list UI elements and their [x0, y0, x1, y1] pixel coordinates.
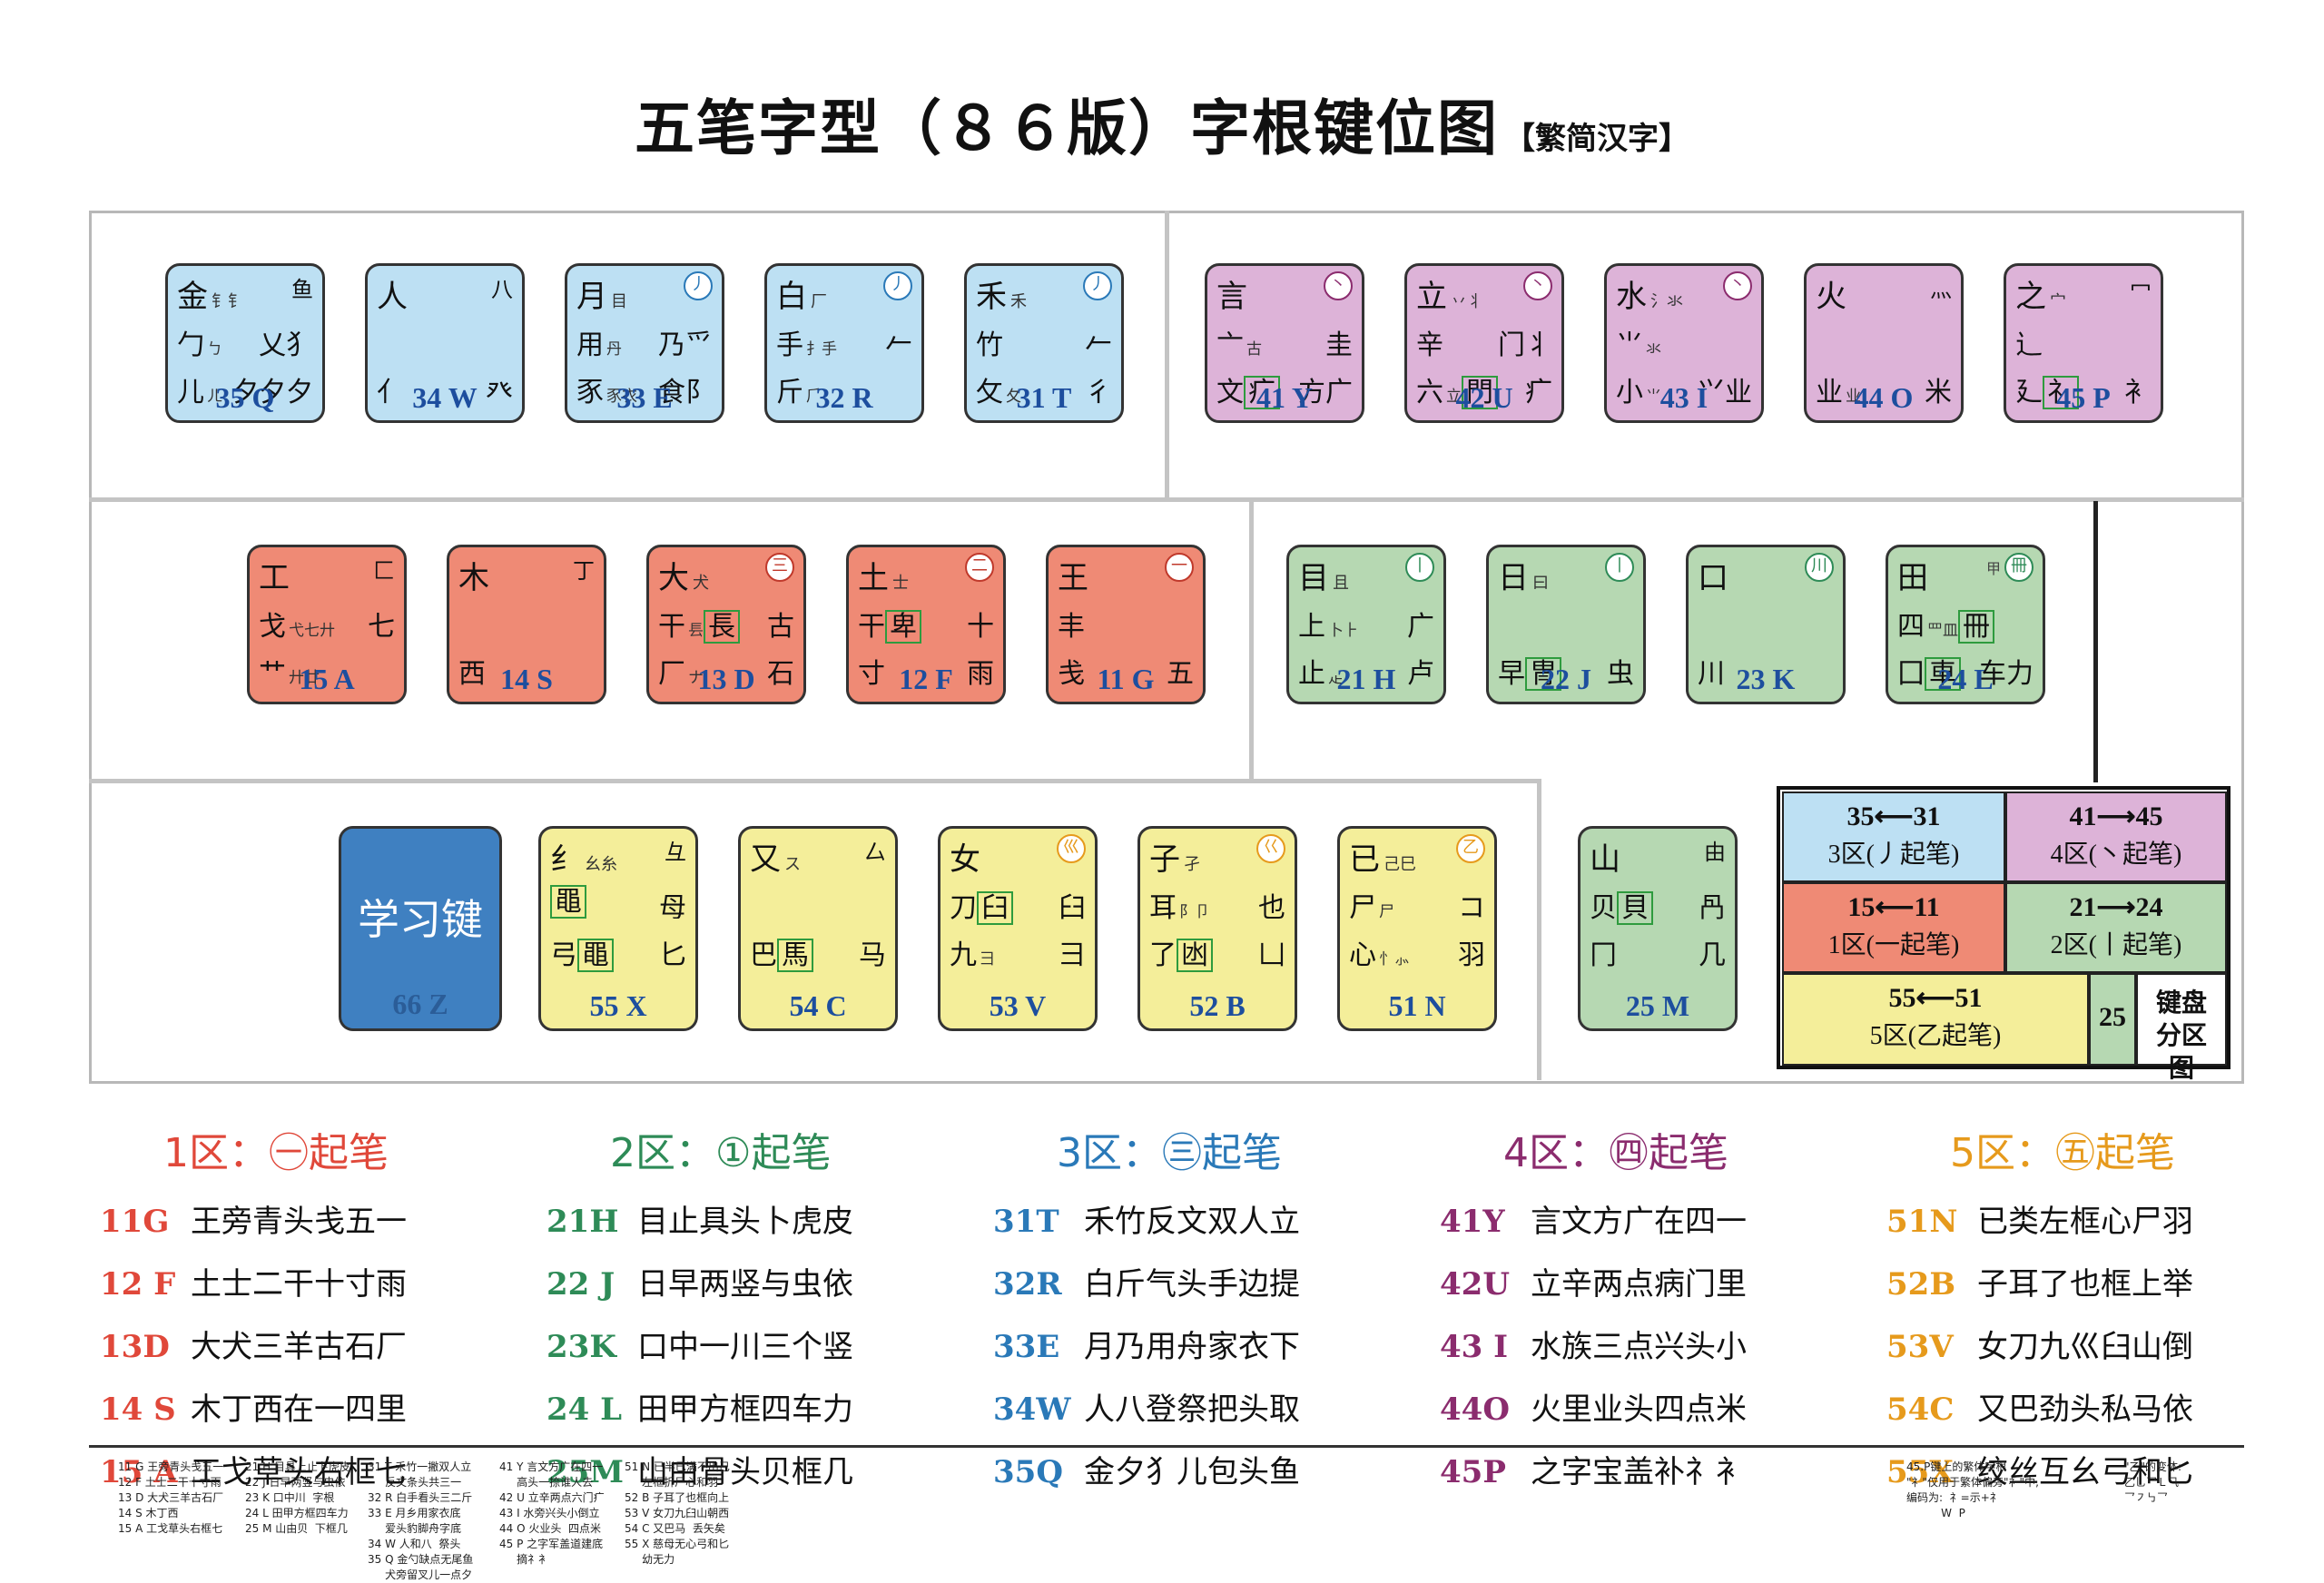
stroke-icon: 巛: [1057, 834, 1086, 863]
stroke-icon: 一: [1165, 553, 1194, 582]
stroke-icon: 二: [965, 553, 994, 582]
key-u[interactable]: 立丷丬 丶 辛门丬 六立門疒 42 U: [1404, 263, 1564, 423]
key-code: 34 W: [412, 381, 478, 414]
legend-zone-1: 1区：㊀起笔 11G 王旁青头戋五一 12 F 土士二干十寸雨 13D 大犬三羊古石厂…: [100, 1130, 407, 1490]
key-code: 33 E: [616, 381, 673, 414]
key-code: 35 Q: [215, 381, 275, 414]
key-k[interactable]: 口 川 川 23 K: [1686, 545, 1846, 704]
zone-divider: [1165, 211, 1169, 501]
key-a[interactable]: 工 匚 戈弋七廾七 艹廾廿 15 A: [247, 545, 407, 704]
stroke-icon: 丿: [883, 271, 912, 300]
stroke-icon: 乙: [1456, 834, 1485, 863]
key-v[interactable]: 女 巛 刀臼臼 九彐彐 53 V: [938, 826, 1098, 1031]
zone-map: 35⟵31 3区(丿起笔) 41⟶45 4区(丶起笔) 15⟵11 1区(一起笔) 2…: [1777, 786, 2230, 1083]
key-s[interactable]: 木 丁 西 14 S: [447, 545, 606, 704]
key-code: 55 X: [589, 989, 647, 1022]
zone-map-3: 35⟵31 3区(丿起笔): [1782, 792, 2005, 882]
zone-map-5: 55⟵51 5区(乙起笔): [1782, 973, 2089, 1066]
key-code: 24 L: [1937, 663, 1994, 695]
key-t[interactable]: 禾禾 丿 竹𠂉 攵夂彳 31 T: [964, 263, 1124, 423]
key-l[interactable]: 田 甲冊 四罒皿冊 囗車车力 24 L: [1886, 545, 2045, 704]
zone-divider: [2093, 501, 2098, 782]
key-code: 41 Y: [1256, 381, 1313, 414]
key-y[interactable]: 言 丶 亠古圭 文疒方广 41 Y: [1205, 263, 1364, 423]
key-r[interactable]: 白厂 丿 手扌手 𠂉 斤⺁ 32 R: [764, 263, 924, 423]
key-h[interactable]: 目且 丨 上卜⺊广 止龰卢 21 H: [1286, 545, 1446, 704]
key-g[interactable]: 王 一 丰 戋五 11 G: [1046, 545, 1206, 704]
footer-note-yi-variants: "乙"的变体: 乙乚乛Ｌ⺄ 乛㇇㇉乛: [2124, 1460, 2182, 1504]
legend-zone-2: 2区：①起笔 21H 目止具头卜虎皮 22 J 日早两竖与虫依 23K 口中一川三个竖…: [547, 1130, 853, 1490]
key-code: 45 P: [2056, 381, 2111, 414]
stroke-icon: 丨: [1605, 553, 1634, 582]
key-code: 66 Z: [392, 988, 448, 1020]
footer-col-3: 31 T 禾竹一撇双人立 反文条头共三一 32 R 白手看头三二斤 33 E 月…: [368, 1460, 474, 1581]
footer-col-1: 11 G 王旁青头戋五一 12 F 土士二干十寸雨 13 D 大犬三羊古石厂 1…: [118, 1460, 224, 1535]
zone-map-2: 21⟶24 2区(丨起笔): [2005, 882, 2227, 973]
key-code: 44 O: [1854, 381, 1914, 414]
key-code: 15 A: [299, 663, 355, 695]
legend-zone-3: 3区：㊂起笔 31T 禾竹反文双人立 32R 白斤气头手边提 33E 月乃用舟家衣下 …: [993, 1130, 1300, 1490]
zone-map-label: 键盘分区图: [2136, 973, 2227, 1083]
stroke-icon: 丨: [1405, 553, 1434, 582]
key-code: 51 N: [1388, 989, 1446, 1022]
footer-note-traditional: 45.P键上的繁体字根 "礻"仅用于繁体偏旁"礻"中, 编码为: 礻=示+礻 W…: [1906, 1460, 2039, 1519]
key-code: 32 R: [815, 381, 873, 414]
learn-key-label: 学习键: [358, 895, 483, 944]
key-code: 54 C: [789, 989, 847, 1022]
stroke-icon: 川: [1805, 553, 1834, 582]
row-divider: [89, 779, 1251, 783]
stroke-icon: 丶: [1523, 271, 1552, 300]
key-code: 31 T: [1016, 381, 1072, 414]
key-code: 25 M: [1625, 989, 1690, 1022]
zone-map-1: 15⟵11 1区(一起笔): [1782, 882, 2005, 973]
row-divider: [1249, 779, 1540, 783]
key-x[interactable]: 纟幺糸 彑 黽母 弓黽匕 55 X: [538, 826, 698, 1031]
legend-zone-4: 4区：㊃起笔 41Y 言文方广在四一 42U 立辛两点病门里 43 I 水族三点兴头小…: [1440, 1130, 1747, 1490]
key-e[interactable]: 月目 丿 用丹乃爫 豕豕衣 ⻝⻖ 33 E: [565, 263, 724, 423]
legend-zone-5: 5区：㊄起笔 51N 已类左框心尸羽 52B 子耳了也框上举 53V 女刀九巛臼山倒 …: [1886, 1130, 2193, 1490]
title-sub: 【繁简汉字】: [1504, 121, 1689, 157]
zone-map-25: 25: [2089, 973, 2136, 1066]
key-w[interactable]: 人 八 癶 亻癶 34 W: [365, 263, 525, 423]
key-code: 11 G: [1097, 663, 1155, 695]
key-b[interactable]: 子孑 巜 耳阝卩也 了凼凵 52 B: [1137, 826, 1297, 1031]
key-d[interactable]: 大犬 三 干镸長古 厂ナ石 13 D: [646, 545, 806, 704]
learn-key-z[interactable]: 学习键 66 Z: [339, 826, 502, 1031]
zone-map-4: 41⟶45 4区(丶起笔): [2005, 792, 2227, 882]
stroke-icon: 三: [765, 553, 794, 582]
key-m[interactable]: 山 由 贝貝冎 冂几 25 M: [1578, 826, 1738, 1031]
footer-col-4: 41 Y 言文方广在四一 高头一捺谁人去 42 U 立辛两点六门疒 43 I 水…: [499, 1460, 605, 1566]
key-p[interactable]: 之宀 冖 辶 廴礻衤 45 P: [2004, 263, 2163, 423]
key-i[interactable]: 水氵氺 丶 ⺌氺 小⺌⺍业 43 I: [1604, 263, 1764, 423]
key-code: 21 H: [1336, 663, 1396, 695]
stroke-icon: 冊: [2004, 553, 2034, 582]
footer-col-2: 21 H 目具上止卜虎皮 22 J 日早两竖与虫依 23 K 口中川 字根 24…: [245, 1460, 350, 1535]
stroke-icon: 丿: [684, 271, 713, 300]
page-title: 五笔字型（８６版）字根键位图 【繁简汉字】: [0, 80, 2324, 167]
key-code: 22 J: [1541, 663, 1591, 695]
key-q[interactable]: 金钅钅 鱼 勹ㄅ乂犭 儿ㄦ夕夕夕 35 Q: [165, 263, 325, 423]
stroke-icon: 丿: [1083, 271, 1112, 300]
key-code: 53 V: [989, 989, 1047, 1022]
key-j[interactable]: 日曰 丨 刂刂 早冑虫 22 J: [1486, 545, 1646, 704]
stroke-icon: 巜: [1256, 834, 1285, 863]
key-code: 42 U: [1455, 381, 1513, 414]
footer-col-5: 51 N 已半巳满不出己 左框折尸心和羽 52 B 子耳了也框向上 53 V 女…: [625, 1460, 730, 1566]
zone-divider: [1537, 779, 1541, 1080]
zone-divider: [1249, 497, 1254, 782]
footer-divider: [89, 1445, 2244, 1448]
key-code: 12 F: [899, 663, 953, 695]
key-f[interactable]: 土士 二 干卑十 寸雨 12 F: [846, 545, 1006, 704]
key-code: 14 S: [500, 663, 553, 695]
key-code: 23 K: [1736, 663, 1796, 695]
title-main: 五笔字型（８６版）字根键位图: [635, 93, 1499, 163]
key-code: 43 I: [1659, 381, 1709, 414]
key-o[interactable]: 火 灬 业业米 44 O: [1804, 263, 1964, 423]
stroke-icon: 丶: [1723, 271, 1752, 300]
key-n[interactable]: 已己巳 乙 尸尸コ 心忄⺗羽 51 N: [1337, 826, 1497, 1031]
key-code: 52 B: [1189, 989, 1246, 1022]
key-code: 13 D: [697, 663, 755, 695]
key-c[interactable]: 又ス 厶 巴馬马 54 C: [738, 826, 898, 1031]
stroke-icon: 丶: [1324, 271, 1353, 300]
